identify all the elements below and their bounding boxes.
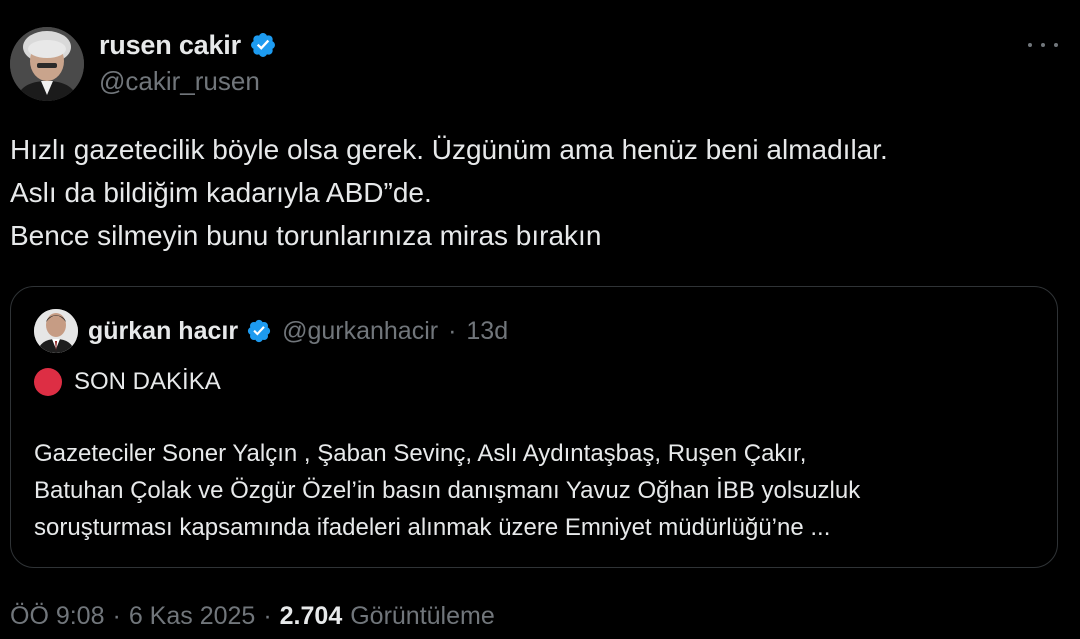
tweet-meta: ÖÖ 9:08 · 6 Kas 2025 · 2.704 Görüntüleme [10,600,495,632]
author-handle[interactable]: @cakir_rusen [99,66,260,97]
quoted-timestamp[interactable]: 13d [466,317,508,346]
quoted-author-avatar[interactable] [34,309,78,353]
quoted-body-line: soruşturması kapsamında ifadeleri alınma… [34,514,831,541]
author-avatar-image [10,27,84,101]
quoted-tweet-header: gürkan hacır @gurkanhacir · 13d [34,309,508,353]
verified-badge-icon [249,31,277,59]
tweet-text: Hızlı gazetecilik böyle olsa gerek. Üzgü… [10,128,1050,257]
tweet-time[interactable]: ÖÖ 9:08 [10,602,105,631]
meta-separator: · [263,601,272,630]
tweet-date[interactable]: 6 Kas 2025 [129,602,256,631]
tweet-text-line: Hızlı gazetecilik böyle olsa gerek. Üzgü… [10,134,888,165]
tweet-text-line: Bence silmeyin bunu torunlarınıza miras … [10,220,602,251]
author-name[interactable]: rusen cakir [99,30,241,61]
meta-separator: · [112,601,121,630]
tweet-text-line: Aslı da bildiğim kadarıyla ABD”de. [10,177,432,208]
red-circle-icon [34,368,62,396]
quoted-tweet-card[interactable]: gürkan hacır @gurkanhacir · 13d SON DAKİ… [10,286,1058,568]
quoted-body-line: Gazeteciler Soner Yalçın , Şaban Sevinç,… [34,440,807,467]
author-avatar[interactable] [10,27,84,101]
quoted-author-handle[interactable]: @gurkanhacir [282,317,438,346]
more-options-icon[interactable] [1028,34,1058,56]
quoted-verified-badge-icon [246,318,272,344]
tweet-detail: rusen cakir @cakir_rusen Hızlı gazetecil… [0,0,1080,639]
views-label: Görüntüleme [350,601,495,630]
breaking-news-text: SON DAKİKA [74,368,221,395]
quoted-body-line: Batuhan Çolak ve Özgür Özel’in basın dan… [34,477,861,504]
quoted-tweet-body: Gazeteciler Soner Yalçın , Şaban Sevinç,… [34,435,1034,546]
quoted-separator: · [448,316,457,345]
views-count: 2.704 [279,601,343,630]
breaking-news-label: SON DAKİKA [34,365,221,399]
author-name-row[interactable]: rusen cakir [99,28,277,62]
quoted-author-avatar-image [34,309,78,353]
quoted-author-name[interactable]: gürkan hacır [88,317,238,346]
